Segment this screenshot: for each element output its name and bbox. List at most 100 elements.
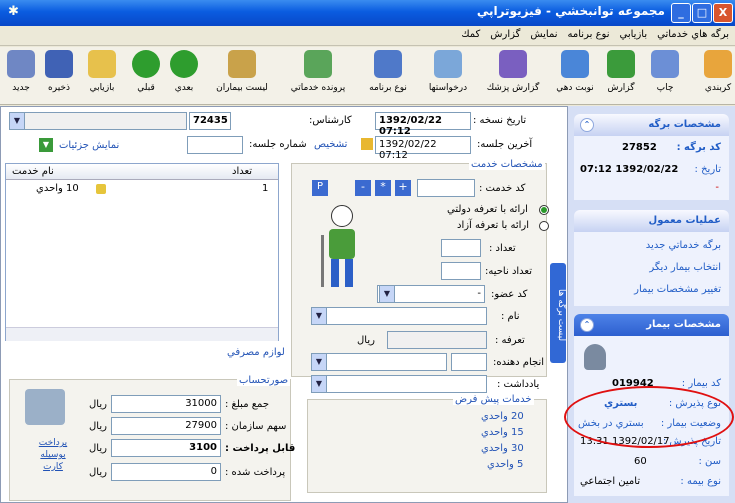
- chevron-down-icon[interactable]: ▼: [311, 307, 327, 325]
- region-count-label: تعداد ناحيه:: [485, 266, 533, 277]
- table-row[interactable]: 1 10 واحدي: [6, 181, 278, 197]
- menu-item-help[interactable]: كمك: [461, 29, 480, 40]
- toolbar-service-file[interactable]: پرونده خدماتي: [282, 50, 354, 93]
- patient-code-label: كد بيمار :: [681, 378, 721, 389]
- name-combo[interactable]: [311, 307, 487, 325]
- predefined-service-item[interactable]: 20 واحدي: [481, 411, 524, 422]
- toolbar-label: پرونده خدماتي: [290, 83, 346, 93]
- chevron-down-icon[interactable]: ▼: [311, 353, 327, 371]
- op-edit-patient[interactable]: تغيير مشخصات بيمار: [634, 284, 721, 295]
- service-table: تعداد نام خدمت 1 10 واحدي: [5, 163, 279, 341]
- diagnosis-link[interactable]: تشخيص: [314, 139, 347, 150]
- flag-icon: [361, 138, 373, 150]
- chevron-down-icon[interactable]: ▼: [379, 285, 395, 303]
- p-button[interactable]: P: [312, 180, 328, 196]
- common-ops-header[interactable]: عمليات معمول: [574, 210, 729, 232]
- toolbar-prev[interactable]: قبلي: [130, 50, 162, 93]
- toolbar-save[interactable]: ذخيره: [42, 50, 76, 93]
- remove-button[interactable]: -: [355, 180, 371, 196]
- total-label: جمع مبلغ :: [225, 399, 270, 410]
- horizontal-scrollbar[interactable]: [6, 327, 278, 341]
- toolbar-label: گزارش پزشك: [486, 83, 540, 93]
- region-count-field[interactable]: [441, 262, 481, 280]
- op-select-patient[interactable]: انتخاب بيمار ديگر: [649, 262, 721, 273]
- table-header: تعداد نام خدمت: [6, 164, 278, 180]
- last-session-label: آخرين جلسه:: [477, 139, 533, 150]
- toolbar-label: نوبت دهي: [556, 83, 594, 93]
- billing-title: صورتحساب: [237, 375, 291, 386]
- predefined-service-item[interactable]: 5 واحدي: [487, 459, 523, 470]
- toolbar-settings[interactable]: كربندي: [700, 50, 735, 93]
- count-label: تعداد :: [489, 243, 516, 254]
- expert-name-combo[interactable]: [9, 112, 187, 130]
- window-title: مجموعه توانبخشي - فيزيوتراپي: [476, 4, 665, 18]
- count-field[interactable]: [441, 239, 481, 257]
- toolbar-label: قبلي: [137, 83, 155, 93]
- note-combo[interactable]: [311, 375, 487, 393]
- toolbar-label: نوع برنامه: [369, 83, 407, 93]
- toolbar-restore[interactable]: بازيابي: [80, 50, 124, 93]
- show-details-link[interactable]: نمايش جزئيات: [59, 140, 119, 151]
- toolbar-appointment[interactable]: نوبت دهي: [552, 50, 598, 93]
- note-label: يادداشت :: [497, 379, 540, 390]
- session-number-label: شماره جلسه:: [249, 139, 307, 150]
- toolbar-requests[interactable]: درخواستها: [423, 50, 473, 93]
- performer-combo[interactable]: [311, 353, 447, 371]
- menu-item-service-sheets[interactable]: برگه هاي خدماتي: [657, 29, 729, 40]
- expert-code-field[interactable]: 72435: [189, 112, 231, 130]
- chevron-down-icon[interactable]: ▼: [311, 375, 327, 393]
- toolbar-label: چاپ: [656, 83, 674, 93]
- date-field[interactable]: 1392/02/22 07:12: [375, 112, 471, 137]
- toolbar-label: بازيابي: [89, 83, 115, 93]
- toolbar-report[interactable]: گزارش: [603, 50, 639, 93]
- radio-free-tariff[interactable]: [539, 221, 549, 231]
- toolbar-program-type[interactable]: نوع برنامه: [360, 50, 416, 93]
- patient-specs-header[interactable]: مشخصات بيمار ⌃: [574, 314, 729, 336]
- patients-icon: [228, 50, 256, 78]
- toolbar-doctor-report[interactable]: گزارش پزشك: [480, 50, 546, 93]
- new-doc-icon: [7, 50, 35, 78]
- predefined-services-title: خدمات پيش فرض: [453, 394, 534, 405]
- currency-label: ريال: [89, 467, 107, 478]
- chevron-down-icon[interactable]: ▼: [39, 138, 53, 152]
- pay-by-card-link[interactable]: پرداخت بوسيله كارت: [31, 437, 75, 473]
- menu-item-restore[interactable]: بازيابي: [620, 29, 648, 40]
- toolbar: كربندي چاپ گزارش نوبت دهي گزارش پزشك درخ…: [0, 47, 735, 105]
- tab-sheet-list[interactable]: ليست برگه ها: [550, 263, 566, 363]
- toolbar-patient-list[interactable]: ليست بيماران: [208, 50, 276, 93]
- minimize-button[interactable]: _: [671, 3, 691, 23]
- close-button[interactable]: X: [713, 3, 733, 23]
- performer-code-field[interactable]: [451, 353, 487, 371]
- add-button[interactable]: +: [395, 180, 411, 196]
- sheet-code-label: كد برگه :: [676, 142, 721, 153]
- toolbar-next[interactable]: بعدي: [166, 50, 202, 93]
- op-new-sheet[interactable]: برگه خدماتي جديد: [646, 240, 721, 251]
- collapse-icon[interactable]: ⌃: [580, 118, 594, 132]
- last-session-field[interactable]: 1392/02/22 07:12: [375, 136, 471, 161]
- toolbar-label: ذخيره: [48, 83, 70, 93]
- chevron-down-icon[interactable]: ▼: [9, 112, 25, 130]
- sheet-specs-title: مشخصات برگه: [648, 119, 721, 130]
- menu-item-view[interactable]: نمايش: [530, 29, 557, 40]
- predefined-service-item[interactable]: 15 واحدي: [481, 427, 524, 438]
- radio-gov-tariff[interactable]: [539, 205, 549, 215]
- predefined-service-item[interactable]: 30 واحدي: [481, 443, 524, 454]
- sheet-date-label: تاريخ :: [694, 164, 721, 175]
- common-ops-title: عمليات معمول: [648, 215, 721, 226]
- session-number-field[interactable]: [187, 136, 243, 154]
- consumables-link[interactable]: لوازم مصرفي: [227, 347, 285, 358]
- menu-item-program-type[interactable]: نوع برنامه: [568, 29, 610, 40]
- collapse-icon[interactable]: ⌃: [580, 318, 594, 332]
- maximize-button[interactable]: □: [692, 3, 712, 23]
- menu-item-report[interactable]: گزارش: [490, 29, 520, 40]
- clock-icon: [561, 50, 589, 78]
- service-specs-title: مشخصات خدمت: [469, 159, 545, 170]
- tariff-label: تعرفه :: [495, 335, 525, 346]
- search-button[interactable]: *: [375, 180, 391, 196]
- sheet-specs-header[interactable]: مشخصات برگه ⌃: [574, 114, 729, 136]
- toolbar-new[interactable]: جديد: [4, 50, 38, 93]
- payable-field: 3100: [111, 439, 221, 457]
- printer-icon: [651, 50, 679, 78]
- service-code-field[interactable]: [417, 179, 475, 197]
- toolbar-print[interactable]: چاپ: [645, 50, 685, 93]
